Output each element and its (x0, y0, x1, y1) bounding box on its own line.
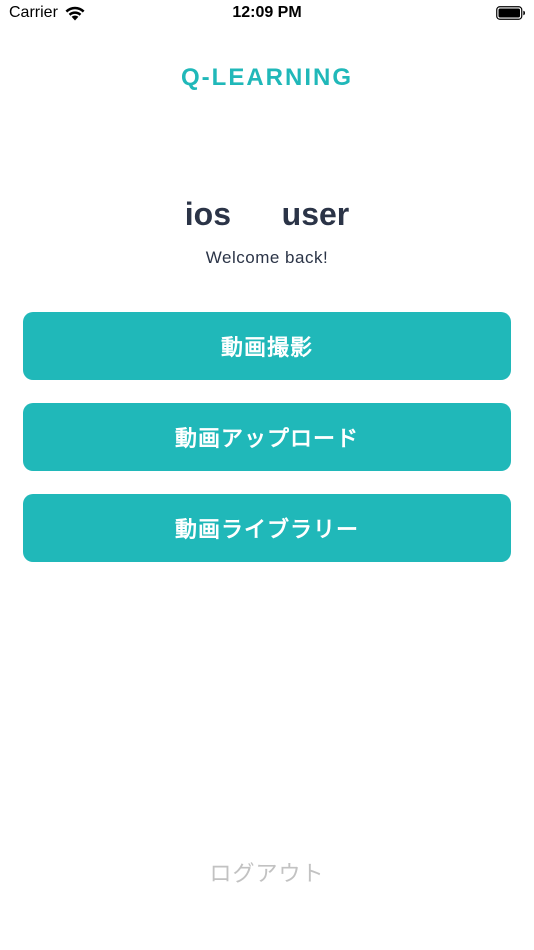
battery-icon (496, 6, 526, 20)
home-screen: Carrier 12:09 PM Q-LEARNING ios user Wel… (0, 0, 534, 950)
user-name: ios user (184, 196, 350, 232)
record-video-button[interactable]: 動画撮影 (23, 312, 511, 380)
app-logo-title: Q-LEARNING (181, 64, 353, 91)
status-time: 12:09 PM (232, 4, 302, 21)
welcome-message: Welcome back! (205, 248, 329, 267)
upload-video-button[interactable]: 動画アップロード (23, 403, 511, 471)
video-library-button[interactable]: 動画ライブラリー (23, 494, 511, 562)
status-bar: Carrier 12:09 PM (0, 0, 534, 28)
logout-button[interactable]: ログアウト (0, 856, 534, 888)
